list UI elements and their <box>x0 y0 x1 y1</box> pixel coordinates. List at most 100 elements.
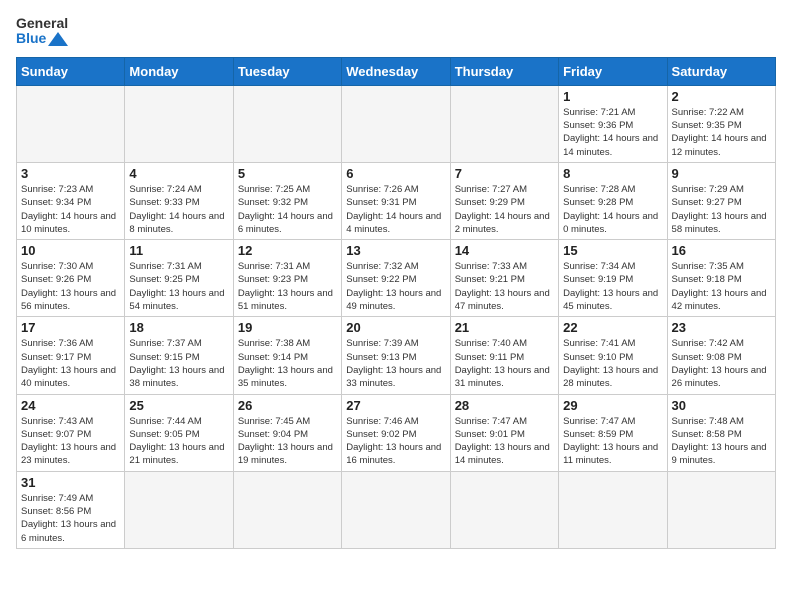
calendar-cell: 3 Sunrise: 7:23 AM Sunset: 9:34 PM Daylig… <box>17 162 125 239</box>
calendar-cell: 10Sunrise: 7:30 AM Sunset: 9:26 PM Dayli… <box>17 240 125 317</box>
day-info: Sunrise: 7:32 AM Sunset: 9:22 PM Dayligh… <box>346 260 445 313</box>
day-info: Sunrise: 7:29 AM Sunset: 9:27 PM Dayligh… <box>672 183 771 236</box>
day-number: 22 <box>563 320 662 335</box>
day-info: Sunrise: 7:26 AM Sunset: 9:31 PM Dayligh… <box>346 183 445 236</box>
calendar-cell <box>667 471 775 548</box>
calendar-cell: 6 Sunrise: 7:26 AM Sunset: 9:31 PM Daylig… <box>342 162 450 239</box>
day-info: Sunrise: 7:36 AM Sunset: 9:17 PM Dayligh… <box>21 337 120 390</box>
day-info: Sunrise: 7:48 AM Sunset: 8:58 PM Dayligh… <box>672 415 771 468</box>
day-header-saturday: Saturday <box>667 57 775 85</box>
calendar-cell: 7 Sunrise: 7:27 AM Sunset: 9:29 PM Daylig… <box>450 162 558 239</box>
day-number: 5 <box>238 166 337 181</box>
day-number: 2 <box>672 89 771 104</box>
day-info: Sunrise: 7:38 AM Sunset: 9:14 PM Dayligh… <box>238 337 337 390</box>
day-number: 17 <box>21 320 120 335</box>
day-number: 14 <box>455 243 554 258</box>
day-number: 23 <box>672 320 771 335</box>
day-info: Sunrise: 7:24 AM Sunset: 9:33 PM Dayligh… <box>129 183 228 236</box>
calendar-cell: 5 Sunrise: 7:25 AM Sunset: 9:32 PM Daylig… <box>233 162 341 239</box>
day-number: 26 <box>238 398 337 413</box>
day-header-monday: Monday <box>125 57 233 85</box>
calendar-cell: 31 Sunrise: 7:49 AM Sunset: 8:56 PM Dayli… <box>17 471 125 548</box>
day-info: Sunrise: 7:45 AM Sunset: 9:04 PM Dayligh… <box>238 415 337 468</box>
day-number: 24 <box>21 398 120 413</box>
day-number: 11 <box>129 243 228 258</box>
calendar-cell: 28Sunrise: 7:47 AM Sunset: 9:01 PM Dayli… <box>450 394 558 471</box>
day-info: Sunrise: 7:23 AM Sunset: 9:34 PM Dayligh… <box>21 183 120 236</box>
calendar-cell <box>125 85 233 162</box>
day-info: Sunrise: 7:34 AM Sunset: 9:19 PM Dayligh… <box>563 260 662 313</box>
day-info: Sunrise: 7:35 AM Sunset: 9:18 PM Dayligh… <box>672 260 771 313</box>
week-row-5: 31 Sunrise: 7:49 AM Sunset: 8:56 PM Dayli… <box>17 471 776 548</box>
calendar-cell <box>125 471 233 548</box>
day-number: 27 <box>346 398 445 413</box>
calendar-cell: 1 Sunrise: 7:21 AM Sunset: 9:36 PM Daylig… <box>559 85 667 162</box>
day-number: 7 <box>455 166 554 181</box>
day-number: 6 <box>346 166 445 181</box>
day-number: 13 <box>346 243 445 258</box>
week-row-0: 1 Sunrise: 7:21 AM Sunset: 9:36 PM Daylig… <box>17 85 776 162</box>
day-number: 9 <box>672 166 771 181</box>
day-info: Sunrise: 7:31 AM Sunset: 9:25 PM Dayligh… <box>129 260 228 313</box>
calendar-table: SundayMondayTuesdayWednesdayThursdayFrid… <box>16 57 776 549</box>
day-info: Sunrise: 7:44 AM Sunset: 9:05 PM Dayligh… <box>129 415 228 468</box>
calendar-cell: 17 Sunrise: 7:36 AM Sunset: 9:17 PM Dayli… <box>17 317 125 394</box>
day-number: 31 <box>21 475 120 490</box>
calendar-cell: 15Sunrise: 7:34 AM Sunset: 9:19 PM Dayli… <box>559 240 667 317</box>
day-number: 1 <box>563 89 662 104</box>
calendar-cell: 18 Sunrise: 7:37 AM Sunset: 9:15 PM Dayli… <box>125 317 233 394</box>
calendar-cell: 27 Sunrise: 7:46 AM Sunset: 9:02 PM Dayli… <box>342 394 450 471</box>
day-number: 30 <box>672 398 771 413</box>
calendar-cell: 25 Sunrise: 7:44 AM Sunset: 9:05 PM Dayli… <box>125 394 233 471</box>
calendar-cell <box>342 85 450 162</box>
day-info: Sunrise: 7:37 AM Sunset: 9:15 PM Dayligh… <box>129 337 228 390</box>
day-info: Sunrise: 7:33 AM Sunset: 9:21 PM Dayligh… <box>455 260 554 313</box>
day-header-tuesday: Tuesday <box>233 57 341 85</box>
calendar-cell: 30 Sunrise: 7:48 AM Sunset: 8:58 PM Dayli… <box>667 394 775 471</box>
day-number: 8 <box>563 166 662 181</box>
day-info: Sunrise: 7:40 AM Sunset: 9:11 PM Dayligh… <box>455 337 554 390</box>
day-number: 29 <box>563 398 662 413</box>
calendar-cell <box>342 471 450 548</box>
day-info: Sunrise: 7:41 AM Sunset: 9:10 PM Dayligh… <box>563 337 662 390</box>
day-info: Sunrise: 7:42 AM Sunset: 9:08 PM Dayligh… <box>672 337 771 390</box>
day-header-sunday: Sunday <box>17 57 125 85</box>
calendar-cell <box>450 85 558 162</box>
day-info: Sunrise: 7:49 AM Sunset: 8:56 PM Dayligh… <box>21 492 120 545</box>
day-info: Sunrise: 7:21 AM Sunset: 9:36 PM Dayligh… <box>563 106 662 159</box>
day-info: Sunrise: 7:31 AM Sunset: 9:23 PM Dayligh… <box>238 260 337 313</box>
day-info: Sunrise: 7:27 AM Sunset: 9:29 PM Dayligh… <box>455 183 554 236</box>
calendar-cell: 9 Sunrise: 7:29 AM Sunset: 9:27 PM Daylig… <box>667 162 775 239</box>
calendar-cell: 12 Sunrise: 7:31 AM Sunset: 9:23 PM Dayli… <box>233 240 341 317</box>
week-row-4: 24 Sunrise: 7:43 AM Sunset: 9:07 PM Dayli… <box>17 394 776 471</box>
calendar-cell: 14 Sunrise: 7:33 AM Sunset: 9:21 PM Dayli… <box>450 240 558 317</box>
day-number: 21 <box>455 320 554 335</box>
day-header-friday: Friday <box>559 57 667 85</box>
week-row-3: 17 Sunrise: 7:36 AM Sunset: 9:17 PM Dayli… <box>17 317 776 394</box>
logo: GeneralBlue <box>16 16 68 47</box>
day-number: 25 <box>129 398 228 413</box>
week-row-1: 3 Sunrise: 7:23 AM Sunset: 9:34 PM Daylig… <box>17 162 776 239</box>
calendar-cell: 24 Sunrise: 7:43 AM Sunset: 9:07 PM Dayli… <box>17 394 125 471</box>
calendar-cell: 29Sunrise: 7:47 AM Sunset: 8:59 PM Dayli… <box>559 394 667 471</box>
day-number: 4 <box>129 166 228 181</box>
calendar-header-row: SundayMondayTuesdayWednesdayThursdayFrid… <box>17 57 776 85</box>
calendar-cell: 26 Sunrise: 7:45 AM Sunset: 9:04 PM Dayli… <box>233 394 341 471</box>
calendar-cell: 22 Sunrise: 7:41 AM Sunset: 9:10 PM Dayli… <box>559 317 667 394</box>
day-number: 12 <box>238 243 337 258</box>
day-info: Sunrise: 7:39 AM Sunset: 9:13 PM Dayligh… <box>346 337 445 390</box>
calendar-cell: 8 Sunrise: 7:28 AM Sunset: 9:28 PM Daylig… <box>559 162 667 239</box>
day-number: 18 <box>129 320 228 335</box>
calendar-cell <box>450 471 558 548</box>
day-info: Sunrise: 7:46 AM Sunset: 9:02 PM Dayligh… <box>346 415 445 468</box>
day-header-thursday: Thursday <box>450 57 558 85</box>
week-row-2: 10Sunrise: 7:30 AM Sunset: 9:26 PM Dayli… <box>17 240 776 317</box>
calendar-cell: 16Sunrise: 7:35 AM Sunset: 9:18 PM Dayli… <box>667 240 775 317</box>
day-info: Sunrise: 7:43 AM Sunset: 9:07 PM Dayligh… <box>21 415 120 468</box>
calendar-cell <box>233 471 341 548</box>
day-info: Sunrise: 7:25 AM Sunset: 9:32 PM Dayligh… <box>238 183 337 236</box>
day-number: 3 <box>21 166 120 181</box>
calendar-cell: 19Sunrise: 7:38 AM Sunset: 9:14 PM Dayli… <box>233 317 341 394</box>
day-info: Sunrise: 7:28 AM Sunset: 9:28 PM Dayligh… <box>563 183 662 236</box>
calendar-cell <box>559 471 667 548</box>
